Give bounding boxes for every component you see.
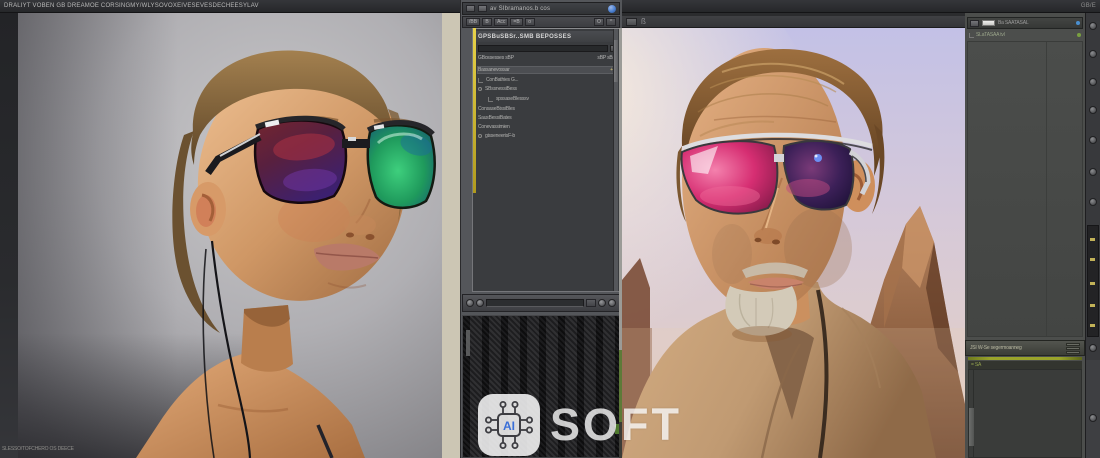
right-panel-button[interactable] xyxy=(982,20,995,26)
list-item[interactable]: Conevassimien xyxy=(478,123,616,131)
list-item[interactable]: SBssnessiBess xyxy=(478,85,616,93)
lower-panel-header-label: JSI W-Se segermoanneg xyxy=(970,346,1022,351)
right-panel-menu-icon[interactable] xyxy=(970,20,979,27)
viewport-tab-icon[interactable] xyxy=(626,18,637,26)
watermark-brand-text: SOFT xyxy=(550,399,682,451)
list-item-label: ConBathies G... xyxy=(486,78,518,83)
status-green-dot-icon xyxy=(1077,33,1081,37)
tool-knob-icon-9[interactable] xyxy=(1089,414,1097,422)
tool-speck-icon[interactable] xyxy=(1090,324,1095,327)
right-panel-header-label: Ba SAATASAL xyxy=(998,21,1028,26)
right-panel-header[interactable]: Ba SAATASAL xyxy=(967,17,1083,29)
list-item-label: SausBessiBates xyxy=(478,116,512,121)
bullet-icon xyxy=(478,134,482,138)
expander-icon[interactable] xyxy=(488,97,493,102)
expander-icon[interactable] xyxy=(969,33,974,38)
woman-portrait-image xyxy=(18,13,460,458)
lower-panel-body[interactable] xyxy=(968,369,1082,458)
selection-accent-bar xyxy=(473,28,476,193)
bullet-icon xyxy=(478,87,482,91)
list-item-label: SBssnessiBess xyxy=(485,87,517,92)
search-input[interactable] xyxy=(478,45,608,52)
toolbar-button-5[interactable]: o xyxy=(525,18,535,26)
list-item-label: Conevassimien xyxy=(478,125,510,130)
middle-panel-title: av SIbramanos.b cos xyxy=(490,6,550,12)
list-item[interactable]: spssaseBlesssv xyxy=(478,95,616,103)
panel-folder-icon[interactable] xyxy=(478,5,487,12)
viewport-tab-bar[interactable]: ß xyxy=(622,16,965,28)
toolbar-gear-icon[interactable]: O xyxy=(594,18,604,26)
tool-knob-icon-8[interactable] xyxy=(1089,344,1097,352)
bottom-knob-icon-1[interactable] xyxy=(466,299,474,307)
bottom-grid-icon[interactable] xyxy=(586,299,596,307)
list-item[interactable]: Bassanevossar +B xyxy=(477,66,617,74)
bottom-knob-icon-3[interactable] xyxy=(598,299,606,307)
middle-panel-bottom-bar xyxy=(462,294,620,312)
toolbar-collapse-icon[interactable]: ^ xyxy=(606,18,616,26)
viewport-tab-glyph: ß xyxy=(641,18,646,26)
lower-panel-accent-line xyxy=(968,357,1082,360)
list-item-label: gisseneerisF-b xyxy=(485,134,515,139)
list-item[interactable]: ConBathies G... xyxy=(478,76,616,84)
tool-strip-bottom xyxy=(1086,360,1100,458)
tool-speck-icon[interactable] xyxy=(1090,258,1095,261)
panel-info-icon[interactable] xyxy=(608,5,616,13)
list-item-label: ConsaseBissiBles xyxy=(478,107,515,112)
middle-panel-toolbar: /BB B Acc =B o O ^ xyxy=(462,16,620,28)
tool-knob-icon-5[interactable] xyxy=(1089,136,1097,144)
list-item-label: Bassanevossar xyxy=(478,68,510,73)
list-subheader: GBossesses sBP sBP sBs/ xyxy=(478,56,616,61)
panel-menu-icon[interactable] xyxy=(466,5,475,12)
titlebar-right-text: GB/E xyxy=(1081,3,1096,9)
list-item[interactable]: gisseneerisF-b xyxy=(478,132,616,140)
scrollbar-thumb[interactable] xyxy=(614,40,618,82)
tool-strip-inset xyxy=(1087,225,1099,337)
left-edge-strip xyxy=(0,13,18,458)
list-item[interactable]: SausBessiBates xyxy=(478,114,616,122)
lower-panel-stack-icon[interactable] xyxy=(1066,343,1080,354)
ai-soft-watermark: AI SOFT xyxy=(478,394,682,456)
toolbar-button-2[interactable]: B xyxy=(482,18,492,26)
application-window: DRALIYT VOBEN GB DREAMOE CORSINGMY/WLYSO… xyxy=(0,0,1100,458)
lower-panel-subrow[interactable]: = SA xyxy=(968,361,1082,369)
toolbar-button-3[interactable]: Acc xyxy=(494,18,508,26)
bottom-knob-icon-2[interactable] xyxy=(476,299,484,307)
tool-speck-icon[interactable] xyxy=(1090,304,1095,307)
toolbar-button-4[interactable]: =B xyxy=(510,18,522,26)
tool-knob-icon-1[interactable] xyxy=(1089,22,1097,30)
ai-chip-logo-icon: AI xyxy=(478,394,540,456)
lower-scrollbar-thumb[interactable] xyxy=(969,408,974,446)
left-viewport-canvas[interactable] xyxy=(18,13,460,458)
tool-speck-icon[interactable] xyxy=(1090,238,1095,241)
right-panel-subheader[interactable]: SLaTASAA tvl xyxy=(967,30,1083,40)
ai-logo-text: AI xyxy=(503,419,515,433)
bottom-knob-icon-4[interactable] xyxy=(608,299,616,307)
right-panel-subheader-label: SLaTASAA tvl xyxy=(976,33,1005,38)
toolbar-button-1[interactable]: /BB xyxy=(466,18,480,26)
expander-icon[interactable] xyxy=(478,78,483,83)
tool-speck-icon[interactable] xyxy=(1090,282,1095,285)
left-viewport-caption: SLESSO/TOFCHERO OS DEECE xyxy=(2,447,74,452)
lower-panel-header[interactable]: JSI W-Se segermoanneg xyxy=(965,340,1085,356)
titlebar-text: DRALIYT VOBEN GB DREAMOE CORSINGMY/WLYSO… xyxy=(4,3,259,9)
subheader-left-label: GBossesses sBP xyxy=(478,56,514,61)
right-panel-body[interactable] xyxy=(967,41,1083,337)
list-item-label: spssaseBlesssv xyxy=(496,97,529,102)
texture-scroll-mark xyxy=(466,330,470,356)
right-panel-divider-line xyxy=(1046,42,1047,336)
middle-panel-titlebar[interactable]: av SIbramanos.b cos xyxy=(462,2,620,15)
tool-knob-icon-6[interactable] xyxy=(1089,168,1097,176)
tool-knob-icon-2[interactable] xyxy=(1089,50,1097,58)
tool-knob-icon-7[interactable] xyxy=(1089,198,1097,206)
status-slot xyxy=(486,299,584,307)
middle-panel-header: GPSBuSBSr..SMB BEPOSSES xyxy=(474,31,618,42)
tool-knob-icon-3[interactable] xyxy=(1089,78,1097,86)
list-item[interactable]: ConsaseBissiBles xyxy=(478,105,616,113)
lower-panel-subrow-label: = SA xyxy=(971,363,981,368)
tool-knob-icon-4[interactable] xyxy=(1089,106,1097,114)
status-blue-dot-icon xyxy=(1076,21,1080,25)
